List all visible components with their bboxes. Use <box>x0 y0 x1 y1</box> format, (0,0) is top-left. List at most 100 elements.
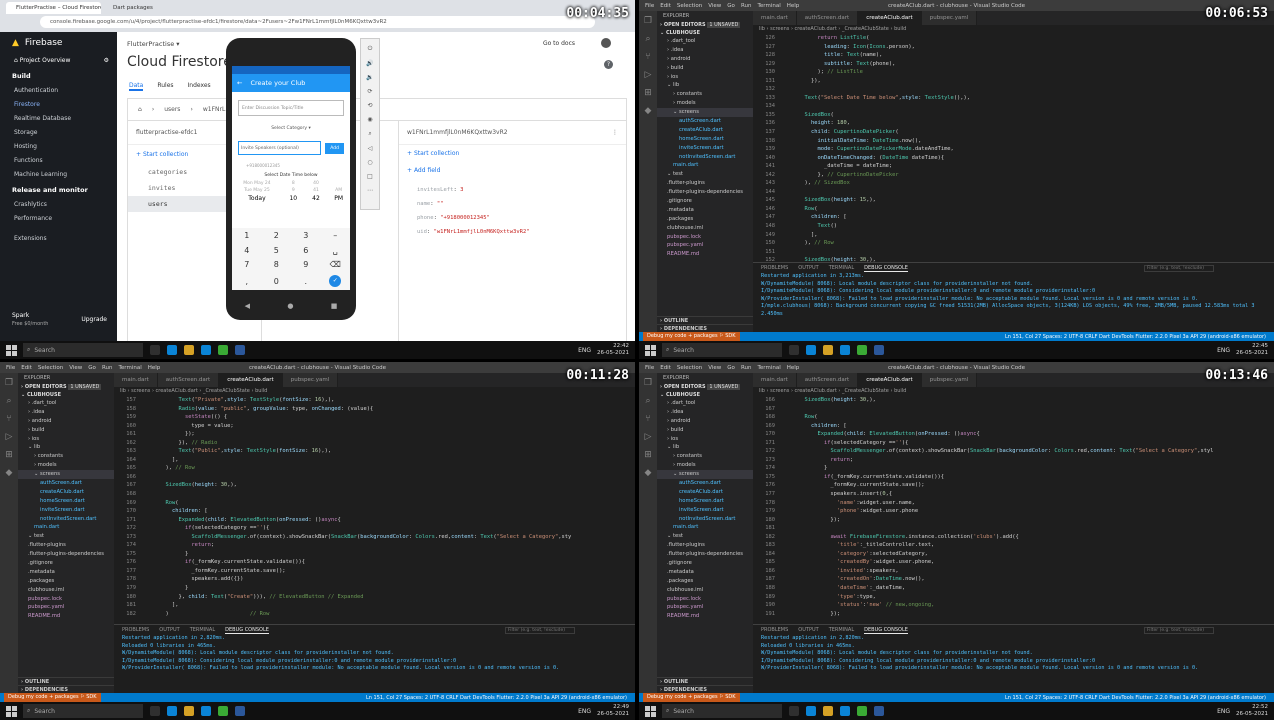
outline-section[interactable]: › OUTLINE <box>18 677 114 685</box>
go-to-docs-link[interactable]: Go to docs <box>543 40 575 47</box>
more-icon[interactable]: ⋯ <box>367 187 373 194</box>
keypad-key[interactable]: ␣ <box>333 246 338 255</box>
panel-tab[interactable]: TERMINAL <box>829 627 854 633</box>
address-bar[interactable]: console.firebase.google.com/u/4/project/… <box>40 16 595 28</box>
debug-status[interactable]: Debug my code + packages ⚐ SDK <box>4 693 101 702</box>
tree-item[interactable]: ⌄ test <box>18 532 114 541</box>
more-icon[interactable]: ⋮ <box>612 129 618 136</box>
nav-functions[interactable]: Functions <box>0 154 117 168</box>
editor-tab[interactable]: pubspec.yaml <box>921 11 978 25</box>
tree-item[interactable]: main.dart <box>657 161 753 170</box>
zoom-icon[interactable]: ⌕ <box>368 130 371 138</box>
source-control-icon[interactable]: ⑂ <box>6 415 11 424</box>
editor-tab[interactable]: authScreen.dart <box>157 373 220 387</box>
windows-start-icon[interactable] <box>645 344 656 356</box>
code-editor[interactable]: 166 SizedBox(height: 30,), 167 168 Row(169… <box>753 396 1274 618</box>
tree-item[interactable]: › .dart_tool <box>657 399 753 408</box>
tab-rules[interactable]: Rules <box>157 82 173 91</box>
console-filter-input[interactable]: Filter (e.g. text, !exclude) <box>1144 264 1214 272</box>
menu-terminal[interactable]: Terminal <box>757 365 780 371</box>
open-editors-section[interactable]: › OPEN EDITORS 1 UNSAVED <box>18 383 114 391</box>
word-icon[interactable] <box>874 706 884 716</box>
word-icon[interactable] <box>235 706 245 716</box>
tree-item[interactable]: .metadata <box>657 568 753 577</box>
tree-item[interactable]: createAClub.dart <box>18 488 114 497</box>
clock[interactable]: 22:42 26-05-2021 <box>597 343 629 357</box>
tree-item[interactable]: ⌄ lib <box>657 443 753 452</box>
tree-item[interactable]: › constants <box>18 452 114 461</box>
windows-start-icon[interactable] <box>645 705 656 717</box>
menu-terminal[interactable]: Terminal <box>118 365 141 371</box>
windows-start-icon[interactable] <box>6 705 17 717</box>
tree-item[interactable]: ⌄ screens <box>657 470 753 480</box>
edge-icon[interactable] <box>167 345 177 355</box>
code-editor[interactable]: 126 return ListTile(127 leading: Icon(Ic… <box>753 34 1274 265</box>
keypad-key[interactable]: 6 <box>303 246 308 255</box>
tree-item[interactable]: › android <box>657 55 753 64</box>
camera-icon[interactable]: ◉ <box>367 116 372 123</box>
tree-item[interactable]: .gitignore <box>657 197 753 206</box>
tree-item[interactable]: › constants <box>657 452 753 461</box>
gear-icon[interactable]: ⚙ <box>104 54 109 68</box>
tree-item[interactable]: ⌄ screens <box>657 108 753 118</box>
add-field-button[interactable]: + Add field <box>399 162 626 179</box>
keypad-key[interactable]: 1 <box>244 231 249 240</box>
project-section[interactable]: ⌄ CLUBHOUSE <box>657 29 753 37</box>
console-filter-input[interactable]: Filter (e.g. text, !exclude) <box>505 626 575 634</box>
upgrade-button[interactable]: Upgrade <box>81 316 107 323</box>
tree-item[interactable]: README.md <box>18 612 114 621</box>
keypad-key[interactable]: 8 <box>274 260 279 269</box>
field-row[interactable]: uid: "w1FNrL1mmfjlL0nM6KQxttw3vR2" <box>417 225 608 239</box>
recents-nav-icon[interactable]: ■ <box>331 302 338 310</box>
run-debug-icon[interactable]: ▷ <box>645 433 652 442</box>
panel-tab[interactable]: PROBLEMS <box>761 265 788 271</box>
open-editors-section[interactable]: › OPEN EDITORS 1 UNSAVED <box>657 21 753 29</box>
console-filter-input[interactable]: Filter (e.g. text, !exclude) <box>1144 626 1214 634</box>
flutter-icon[interactable]: ◆ <box>645 107 652 116</box>
nav-performance[interactable]: Performance <box>0 212 117 226</box>
editor-tab[interactable]: pubspec.yaml <box>282 373 339 387</box>
tree-item[interactable]: pubspec.lock <box>18 595 114 604</box>
tree-item[interactable]: pubspec.yaml <box>657 241 753 250</box>
field-row[interactable]: invitesLeft: 3 <box>417 183 608 197</box>
flutter-icon[interactable]: ◆ <box>645 469 652 478</box>
menu-help[interactable]: Help <box>787 365 800 371</box>
editor-tab[interactable]: createAClub.dart <box>858 11 922 25</box>
task-view-icon[interactable] <box>789 345 799 355</box>
taskbar-search[interactable]: ⌕ Search <box>23 704 143 718</box>
keypad-key[interactable]: 2 <box>274 231 279 240</box>
project-overview-link[interactable]: ⌂ Project Overview ⚙ <box>0 54 117 68</box>
editor-tab[interactable]: createAClub.dart <box>858 373 922 387</box>
tree-item[interactable]: notInvitedScreen.dart <box>657 153 753 162</box>
edge-icon[interactable] <box>167 706 177 716</box>
keypad-key[interactable]: 9 <box>303 260 308 269</box>
project-selector[interactable]: FlutterPractise ▾ <box>127 40 180 48</box>
nav-crashlytics[interactable]: Crashlytics <box>0 198 117 212</box>
category-dropdown[interactable]: Select Category ▾ <box>232 126 350 131</box>
keypad-key[interactable]: 7 <box>244 260 249 269</box>
tree-item[interactable]: › .idea <box>18 408 114 417</box>
editor-tab[interactable]: main.dart <box>114 373 158 387</box>
editor-tab[interactable]: authScreen.dart <box>796 373 859 387</box>
tree-item[interactable]: createAClub.dart <box>657 488 753 497</box>
panel-tab[interactable]: DEBUG CONSOLE <box>225 627 269 634</box>
menu-file[interactable]: File <box>645 3 654 9</box>
back-arrow-icon[interactable]: ← <box>237 79 242 87</box>
extensions-icon[interactable]: ⊞ <box>5 451 13 460</box>
tree-item[interactable]: clubhouse.iml <box>657 586 753 595</box>
rotate-icon[interactable]: ⟳ <box>367 88 372 95</box>
chrome-icon[interactable] <box>857 706 867 716</box>
keypad-key[interactable]: ✓ <box>329 275 342 288</box>
windows-start-icon[interactable] <box>6 344 17 356</box>
folder-icon[interactable] <box>823 706 833 716</box>
field-row[interactable]: name: "" <box>417 197 608 211</box>
language-indicator[interactable]: ENG <box>1217 708 1230 715</box>
tree-item[interactable]: authScreen.dart <box>657 117 753 126</box>
tree-item[interactable]: › .idea <box>657 408 753 417</box>
tree-item[interactable]: › models <box>657 99 753 108</box>
chrome-icon[interactable] <box>857 345 867 355</box>
vscode-icon[interactable] <box>840 706 850 716</box>
keypad-key[interactable]: . <box>304 277 307 286</box>
panel-tab[interactable]: TERMINAL <box>190 627 215 633</box>
clock[interactable]: 22:45 26-05-2021 <box>1236 343 1268 357</box>
